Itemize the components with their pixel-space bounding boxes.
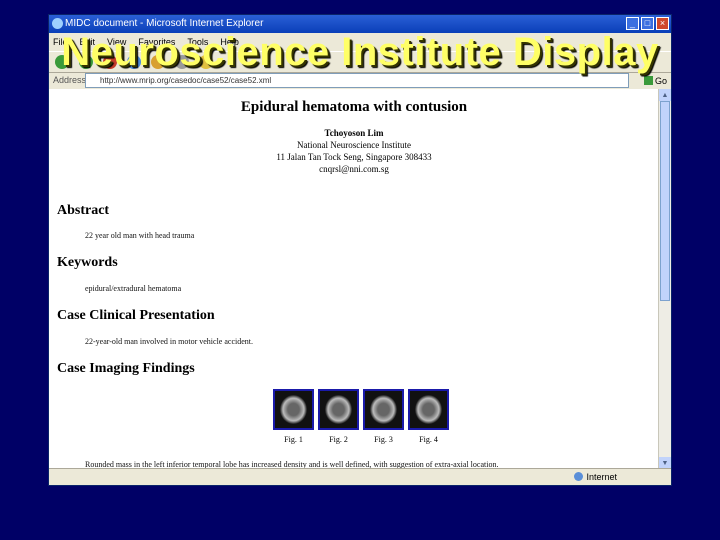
status-zone: Internet [574, 469, 617, 485]
section-heading-keywords: Keywords [57, 255, 118, 270]
section-heading-clinical: Case Clinical Presentation [57, 308, 215, 323]
scroll-thumb[interactable] [660, 101, 670, 301]
section-text-keywords: epidural/extradural hematoma [85, 284, 182, 293]
author-institution: National Neuroscience Institute [297, 140, 411, 150]
maximize-button[interactable]: □ [641, 17, 654, 30]
ct-thumbnail[interactable] [408, 389, 449, 430]
author-email[interactable]: cnqrsl@nni.com.sg [49, 163, 659, 175]
close-button[interactable]: × [656, 17, 669, 30]
ct-thumbnail[interactable] [318, 389, 359, 430]
section-heading-abstract: Abstract [57, 203, 110, 218]
slide-title: Neuroscience Institute Display [61, 30, 659, 74]
ie-icon [52, 18, 63, 29]
author-block: Tchoyoson Lim National Neuroscience Inst… [49, 127, 659, 175]
status-bar: Internet [49, 468, 671, 485]
figure-caption: Fig. 1 [284, 435, 303, 444]
document-title: Epidural hematoma with contusion [240, 99, 468, 115]
scroll-up-icon[interactable]: ▲ [659, 89, 671, 101]
figure-captions: Fig. 1 Fig. 2 Fig. 3 Fig. 4 [273, 435, 449, 444]
browser-window: MIDC document - Microsoft Internet Explo… [48, 14, 672, 486]
figure-caption: Fig. 4 [419, 435, 438, 444]
section-text-abstract: 22 year old man with head trauma [85, 231, 195, 240]
figure-thumbnails [273, 389, 449, 430]
author-address: 11 Jalan Tan Tock Seng, Singapore 308433 [276, 152, 432, 162]
minimize-button[interactable]: _ [626, 17, 639, 30]
page-content: Epidural hematoma with contusion Tchoyos… [49, 89, 659, 469]
address-input[interactable]: http://www.mrip.org/casedoc/case52/case5… [85, 73, 629, 88]
figure-caption: Fig. 2 [329, 435, 348, 444]
figure-caption: Fig. 3 [374, 435, 393, 444]
section-text-clinical: 22-year-old man involved in motor vehicl… [85, 337, 254, 346]
vertical-scrollbar[interactable]: ▲ ▼ [658, 89, 671, 469]
section-heading-imaging: Case Imaging Findings [57, 361, 195, 376]
window-title: MIDC document - Microsoft Internet Explo… [65, 18, 264, 29]
author-name: Tchoyoson Lim [324, 128, 384, 138]
window-controls: _ □ × [626, 17, 669, 30]
ct-thumbnail[interactable] [273, 389, 314, 430]
ct-thumbnail[interactable] [363, 389, 404, 430]
